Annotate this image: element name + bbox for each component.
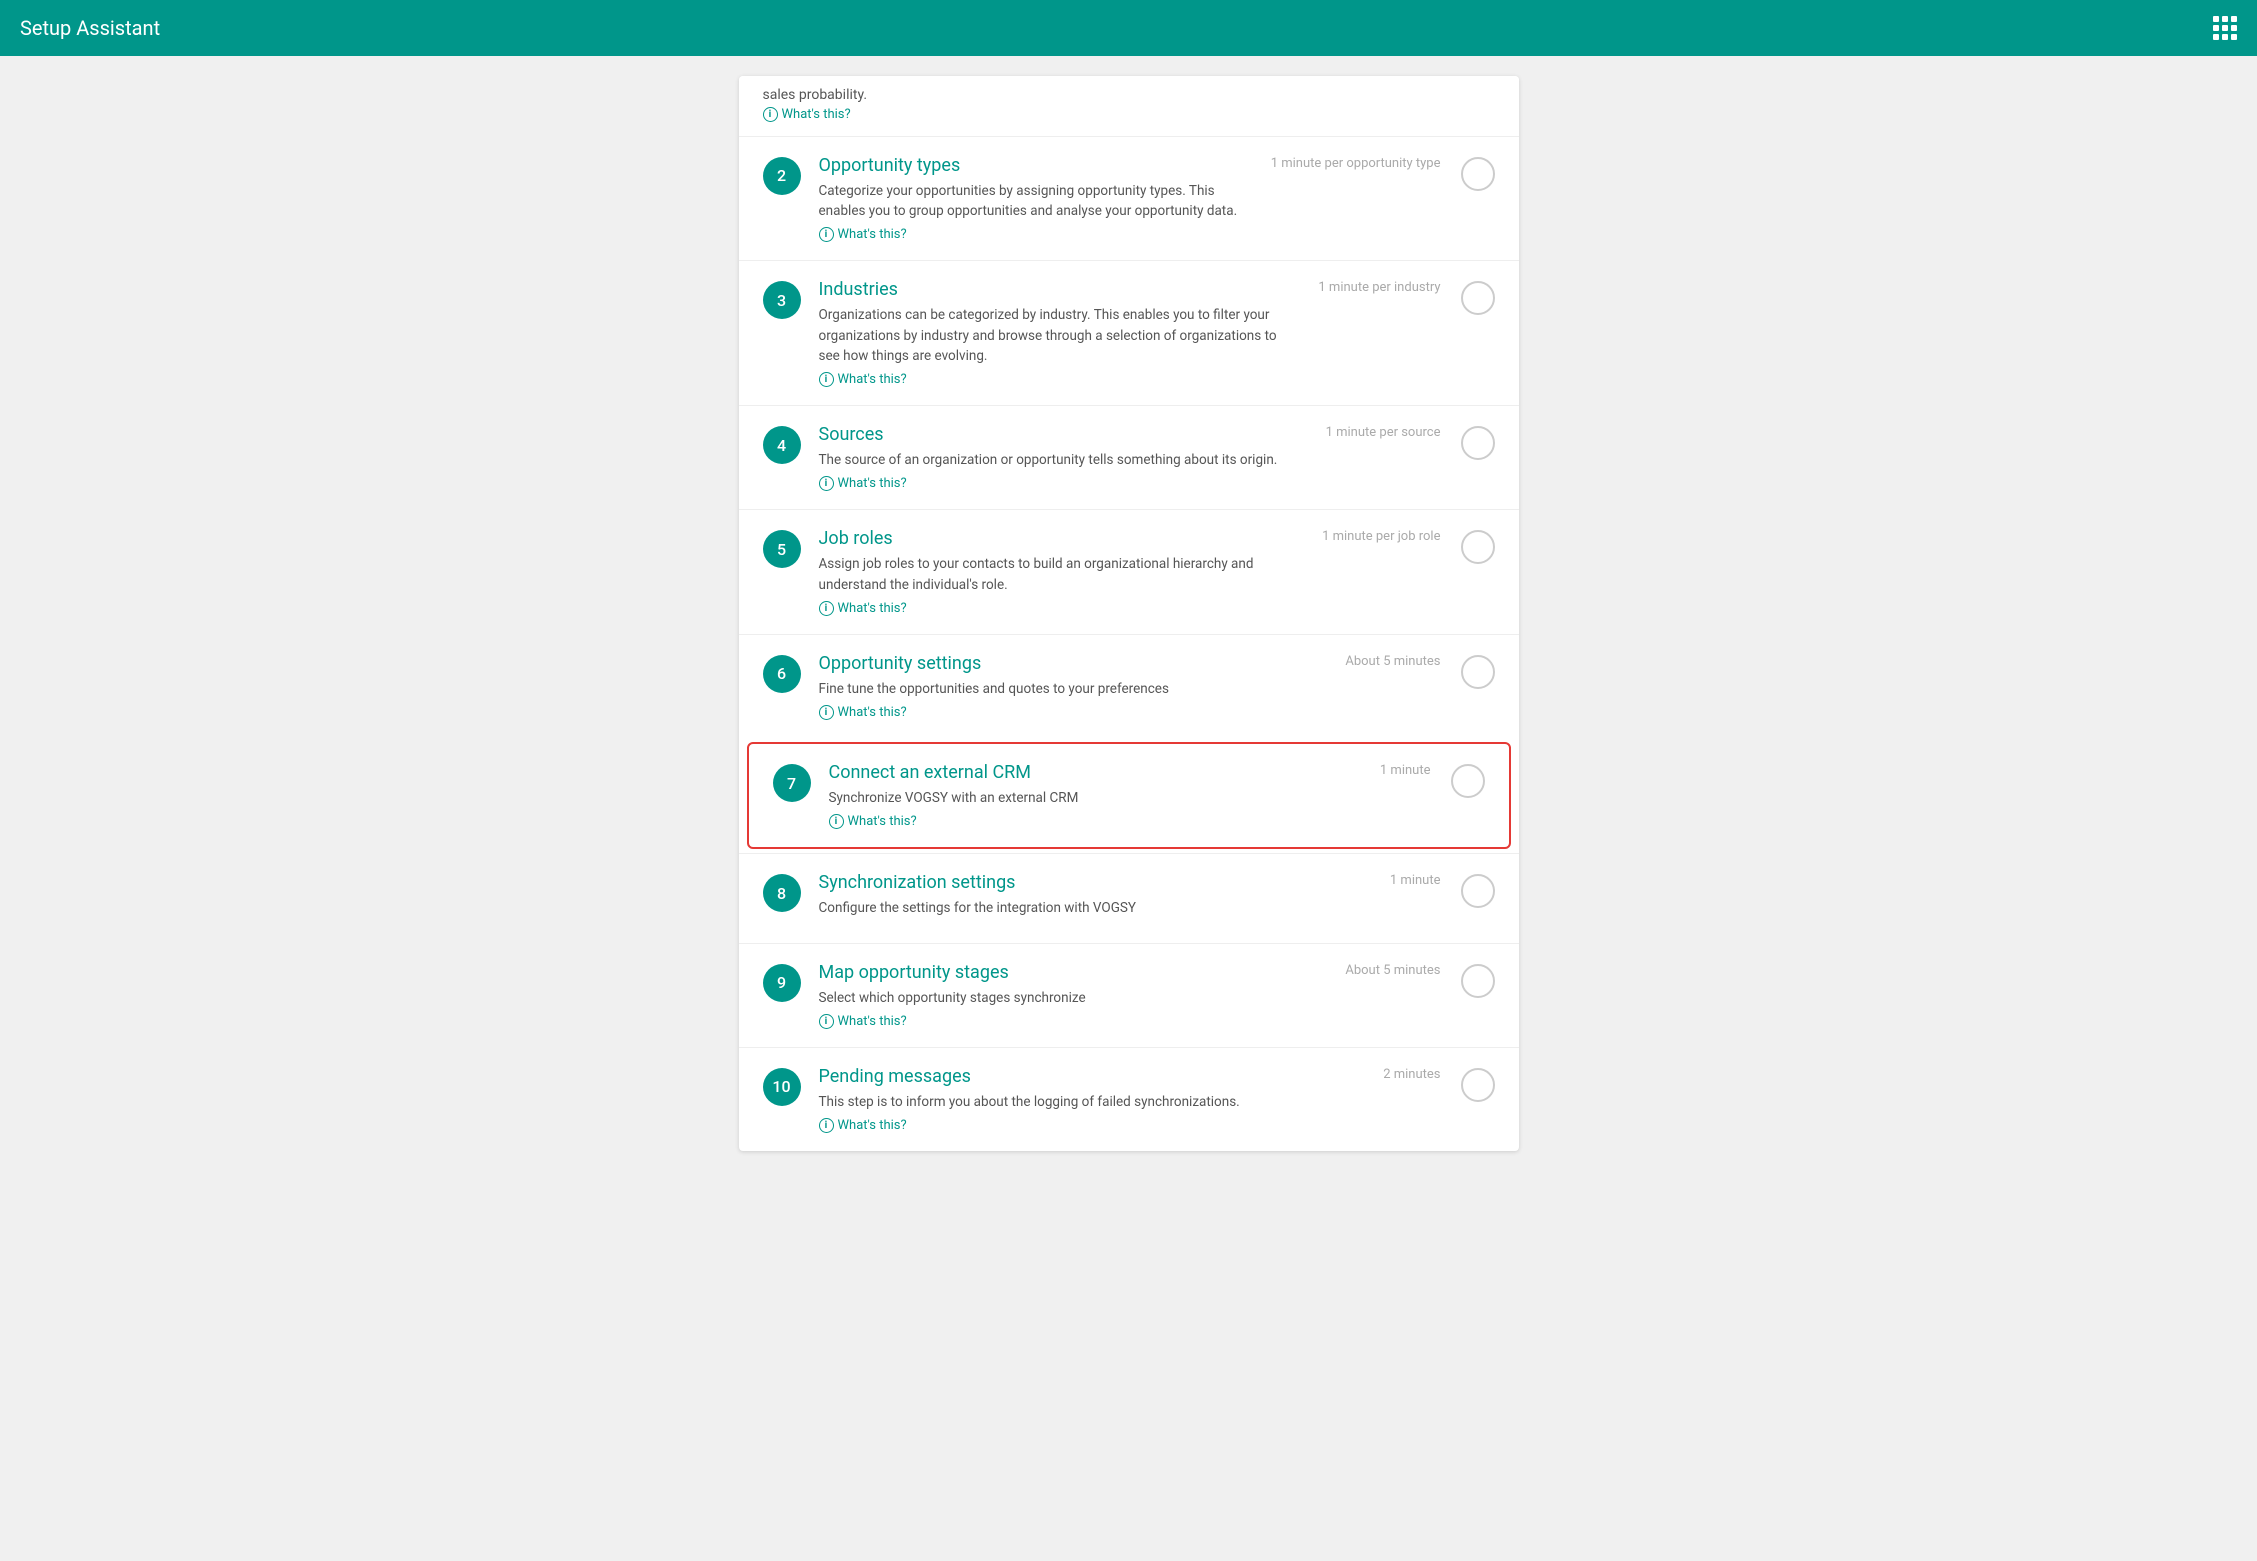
- item-title-7[interactable]: Connect an external CRM: [829, 762, 1321, 783]
- app-header: Setup Assistant: [0, 0, 2257, 56]
- item-description-7: Synchronize VOGSY with an external CRM: [829, 788, 1321, 808]
- check-toggle-2[interactable]: [1461, 157, 1495, 191]
- whats-this-link-7[interactable]: i What's this?: [829, 814, 1321, 829]
- check-toggle-3[interactable]: [1461, 281, 1495, 315]
- item-time-6: About 5 minutes: [1345, 653, 1440, 671]
- info-icon-3: i: [819, 372, 834, 387]
- step-number-8: 8: [763, 874, 801, 912]
- app-title: Setup Assistant: [20, 16, 160, 40]
- whats-this-link-4[interactable]: i What's this?: [819, 476, 1306, 491]
- item-content-7: Connect an external CRM Synchronize VOGS…: [829, 762, 1321, 829]
- setup-item-4: 4 Sources The source of an organization …: [739, 405, 1519, 509]
- item-content-2: Opportunity types Categorize your opport…: [819, 155, 1251, 243]
- step-number-5: 5: [763, 530, 801, 568]
- item-time-8: 1 minute: [1351, 872, 1441, 890]
- setup-item-5: 5 Job roles Assign job roles to your con…: [739, 509, 1519, 634]
- item-title-2[interactable]: Opportunity types: [819, 155, 1251, 176]
- item-title-10[interactable]: Pending messages: [819, 1066, 1331, 1087]
- setup-item-7: 7 Connect an external CRM Synchronize VO…: [747, 742, 1511, 849]
- whats-this-link-9[interactable]: i What's this?: [819, 1014, 1326, 1029]
- info-icon-6: i: [819, 705, 834, 720]
- check-toggle-4[interactable]: [1461, 426, 1495, 460]
- item-title-5[interactable]: Job roles: [819, 528, 1303, 549]
- info-icon-4: i: [819, 476, 834, 491]
- partial-whats-this-link[interactable]: i What's this?: [763, 106, 1495, 124]
- step-number-6: 6: [763, 655, 801, 693]
- check-toggle-10[interactable]: [1461, 1068, 1495, 1102]
- grid-menu-icon[interactable]: [2213, 16, 2237, 40]
- whats-this-link-6[interactable]: i What's this?: [819, 705, 1326, 720]
- step-number-3: 3: [763, 281, 801, 319]
- item-time-9: About 5 minutes: [1345, 962, 1440, 980]
- info-icon-2: i: [819, 227, 834, 242]
- item-title-3[interactable]: Industries: [819, 279, 1299, 300]
- check-toggle-9[interactable]: [1461, 964, 1495, 998]
- partial-top-item: sales probability. i What's this?: [739, 76, 1519, 136]
- setup-item-10: 10 Pending messages This step is to info…: [739, 1047, 1519, 1151]
- check-toggle-6[interactable]: [1461, 655, 1495, 689]
- step-number-7: 7: [773, 764, 811, 802]
- check-toggle-5[interactable]: [1461, 530, 1495, 564]
- item-content-6: Opportunity settings Fine tune the oppor…: [819, 653, 1326, 720]
- info-icon-5: i: [819, 601, 834, 616]
- whats-this-link-10[interactable]: i What's this?: [819, 1118, 1331, 1133]
- item-content-10: Pending messages This step is to inform …: [819, 1066, 1331, 1133]
- item-content-8: Synchronization settings Configure the s…: [819, 872, 1331, 924]
- setup-item-9: 9 Map opportunity stages Select which op…: [739, 943, 1519, 1047]
- item-description-6: Fine tune the opportunities and quotes t…: [819, 679, 1326, 699]
- item-description-9: Select which opportunity stages synchron…: [819, 988, 1326, 1008]
- check-toggle-8[interactable]: [1461, 874, 1495, 908]
- item-description-3: Organizations can be categorized by indu…: [819, 305, 1299, 366]
- step-number-2: 2: [763, 157, 801, 195]
- item-time-4: 1 minute per source: [1326, 424, 1441, 442]
- setup-card: sales probability. i What's this? 2 Oppo…: [739, 76, 1519, 1151]
- whats-this-link-2[interactable]: i What's this?: [819, 227, 1251, 242]
- info-icon-7: i: [829, 814, 844, 829]
- item-title-9[interactable]: Map opportunity stages: [819, 962, 1326, 983]
- item-description-10: This step is to inform you about the log…: [819, 1092, 1331, 1112]
- item-content-4: Sources The source of an organization or…: [819, 424, 1306, 491]
- setup-item-3: 3 Industries Organizations can be catego…: [739, 260, 1519, 405]
- item-time-2: 1 minute per opportunity type: [1271, 155, 1441, 173]
- item-title-4[interactable]: Sources: [819, 424, 1306, 445]
- item-title-6[interactable]: Opportunity settings: [819, 653, 1326, 674]
- item-content-3: Industries Organizations can be categori…: [819, 279, 1299, 387]
- check-toggle-7[interactable]: [1451, 764, 1485, 798]
- partial-text: sales probability.: [763, 87, 868, 103]
- setup-item-8: 8 Synchronization settings Configure the…: [739, 853, 1519, 942]
- info-icon-10: i: [819, 1118, 834, 1133]
- item-time-7: 1 minute: [1341, 762, 1431, 780]
- item-description-2: Categorize your opportunities by assigni…: [819, 181, 1251, 222]
- whats-this-link-5[interactable]: i What's this?: [819, 601, 1303, 616]
- main-content: sales probability. i What's this? 2 Oppo…: [0, 56, 2257, 1171]
- item-time-5: 1 minute per job role: [1322, 528, 1440, 546]
- whats-this-link-3[interactable]: i What's this?: [819, 372, 1299, 387]
- step-number-10: 10: [763, 1068, 801, 1106]
- item-content-5: Job roles Assign job roles to your conta…: [819, 528, 1303, 616]
- setup-item-2: 2 Opportunity types Categorize your oppo…: [739, 136, 1519, 261]
- item-description-8: Configure the settings for the integrati…: [819, 898, 1331, 918]
- step-number-4: 4: [763, 426, 801, 464]
- item-time-10: 2 minutes: [1351, 1066, 1441, 1084]
- info-icon-9: i: [819, 1014, 834, 1029]
- item-description-5: Assign job roles to your contacts to bui…: [819, 554, 1303, 595]
- step-number-9: 9: [763, 964, 801, 1002]
- item-time-3: 1 minute per industry: [1318, 279, 1440, 297]
- item-content-9: Map opportunity stages Select which oppo…: [819, 962, 1326, 1029]
- item-title-8[interactable]: Synchronization settings: [819, 872, 1331, 893]
- setup-items-list: 2 Opportunity types Categorize your oppo…: [739, 136, 1519, 1151]
- info-icon: i: [763, 107, 778, 122]
- setup-item-6: 6 Opportunity settings Fine tune the opp…: [739, 634, 1519, 738]
- item-description-4: The source of an organization or opportu…: [819, 450, 1306, 470]
